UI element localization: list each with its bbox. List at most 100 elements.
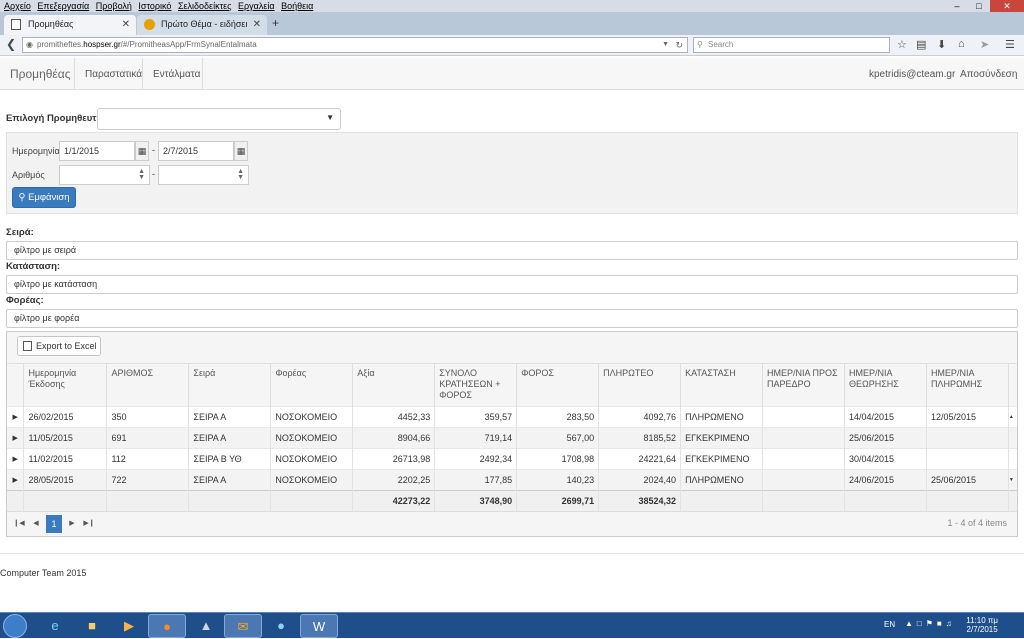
explorer-icon[interactable]: ■: [73, 614, 111, 638]
new-tab-icon[interactable]: +: [272, 16, 279, 30]
column-header[interactable]: Αξία: [352, 364, 435, 406]
word-icon[interactable]: W: [300, 614, 338, 638]
table-cell: 4452,33: [352, 405, 435, 427]
expand-row-icon[interactable]: ▶: [7, 468, 24, 490]
download-icon[interactable]: ⬇: [937, 38, 946, 51]
series-filter-input[interactable]: φίλτρο με σειρά: [6, 241, 1018, 260]
spinner-icon[interactable]: ▲ ▼: [237, 168, 244, 181]
menu-view[interactable]: Προβολή: [96, 1, 132, 11]
column-header[interactable]: ΠΛΗΡΩΤΕΟ: [598, 364, 681, 406]
status-filter-input[interactable]: φίλτρο με κατάσταση: [6, 275, 1018, 294]
reading-list-icon[interactable]: ▤: [916, 38, 926, 51]
table-row[interactable]: ▶ 28/05/2015 722 ΣΕΙΡΑ Α ΝΟΣΟΚΟΜΕΙΟ 2202…: [7, 468, 1017, 490]
logout-link[interactable]: Αποσύνδεση: [960, 69, 1017, 80]
expand-row-icon[interactable]: ▶: [7, 447, 24, 469]
agency-filter-input[interactable]: φίλτρο με φορέα: [6, 309, 1018, 328]
table-cell: 2492,34: [434, 447, 517, 469]
start-button[interactable]: [3, 614, 27, 638]
language-indicator[interactable]: EN: [884, 620, 895, 629]
spinner-icon[interactable]: ▲ ▼: [138, 168, 145, 181]
column-header[interactable]: ΑΡΙΘΜΟΣ: [106, 364, 189, 406]
scrollbar-track[interactable]: [1007, 447, 1017, 469]
tab-promitheas[interactable]: Προμηθέας ✕: [4, 15, 136, 35]
scrollbar-track[interactable]: [1007, 426, 1017, 448]
close-icon[interactable]: ✕: [122, 15, 130, 34]
expand-row-icon[interactable]: ▶: [7, 426, 24, 448]
table-cell: [925, 447, 1009, 469]
last-page-icon[interactable]: ▶❙: [81, 515, 97, 533]
excel-icon: [23, 341, 32, 351]
menu-bookmarks[interactable]: Σελιδοδείκτες: [178, 1, 232, 11]
column-header[interactable]: ΗΜΕΡ/ΝΙΑ ΘΕΩΡΗΣΗΣ: [843, 364, 927, 406]
column-header[interactable]: ΗΜΕΡ/ΝΙΑ ΠΡΟΣ ΠΑΡΕΔΡΟ: [762, 364, 845, 406]
nav-warrants[interactable]: Εντάλματα: [153, 69, 200, 80]
show-button[interactable]: ⚲ Εμφάνιση: [12, 187, 76, 208]
number-dash: -: [152, 169, 155, 179]
table-cell: 2024,40: [598, 468, 681, 490]
table-cell: 24221,64: [598, 447, 681, 469]
outlook-icon[interactable]: ✉: [224, 614, 262, 638]
table-cell: [7, 489, 24, 511]
menu-history[interactable]: Ιστορικό: [138, 1, 171, 11]
grid-pager: ❙◀ ◀ 1 ▶ ▶❙ 1 - 4 of 4 items: [7, 511, 1017, 536]
search-input[interactable]: ⚲ Search: [693, 37, 890, 53]
date-to-input[interactable]: 2/7/2015: [158, 141, 234, 161]
number-to-input[interactable]: ▲ ▼: [158, 165, 249, 185]
dropdown-icon[interactable]: ▼: [662, 38, 669, 52]
tray-icons[interactable]: ▲□⚑■♫: [905, 619, 956, 628]
firefox-icon[interactable]: ●: [148, 614, 186, 638]
column-header[interactable]: Σειρά: [188, 364, 271, 406]
number-from-input[interactable]: ▲ ▼: [59, 165, 150, 185]
clock[interactable]: 11:10 πμ 2/7/2015: [966, 616, 998, 634]
table-cell: ΣΕΙΡΑ Α: [188, 405, 271, 427]
column-header[interactable]: ΣΥΝΟΛΟ ΚΡΑΤΗΣΕΩΝ + ΦΟΡΟΣ: [434, 364, 517, 406]
menu-help[interactable]: Βοήθεια: [281, 1, 313, 11]
browser-menubar: Αρχείο Επεξεργασία Προβολή Ιστορικό Σελι…: [0, 0, 1024, 13]
column-header[interactable]: Ημερομηνία Έκδοσης: [23, 364, 107, 406]
app-icon[interactable]: ▲: [187, 614, 225, 638]
hamburger-menu-icon[interactable]: ☰: [1005, 38, 1015, 51]
column-header[interactable]: ΗΜΕΡ/ΝΙΑ ΠΛΗΡΩΜΗΣ: [925, 364, 1009, 406]
back-icon[interactable]: ❮: [6, 37, 16, 51]
total-cell: [680, 489, 763, 511]
menu-edit[interactable]: Επεξεργασία: [37, 1, 89, 11]
star-icon[interactable]: ☆: [897, 38, 907, 51]
user-email[interactable]: kpetridis@cteam.gr: [869, 69, 955, 80]
next-page-icon[interactable]: ▶: [64, 515, 80, 533]
menu-file[interactable]: Αρχείο: [4, 1, 31, 11]
date-from-input[interactable]: 1/1/2015: [59, 141, 135, 161]
column-header[interactable]: ΚΑΤΑΣΤΑΣΗ: [680, 364, 763, 406]
nav-invoices[interactable]: Παραστατικά: [85, 69, 142, 80]
address-bar[interactable]: ◉ promitheftes.hospser.gr/#/PromitheasAp…: [22, 37, 688, 53]
table-cell: 691: [106, 426, 189, 448]
calendar-icon[interactable]: ▦: [135, 141, 149, 161]
table-cell: 722: [106, 468, 189, 490]
tab-protothema[interactable]: Πρώτο Θέμα - ειδήσεις απ... ✕: [137, 15, 267, 35]
prev-page-icon[interactable]: ◀: [28, 515, 44, 533]
menu-tools[interactable]: Εργαλεία: [238, 1, 275, 11]
reload-icon[interactable]: ↻: [675, 38, 683, 52]
app-brand[interactable]: Προμηθέας: [10, 67, 71, 81]
series-label: Σειρά:: [6, 227, 34, 238]
scrollbar-up-icon[interactable]: ▲: [1007, 405, 1017, 427]
share-icon[interactable]: ➤: [980, 38, 989, 51]
table-row[interactable]: ▶ 26/02/2015 350 ΣΕΙΡΑ Α ΝΟΣΟΚΟΜΕΙΟ 4452…: [7, 405, 1017, 427]
calendar-icon[interactable]: ▦: [234, 141, 248, 161]
page-number-current[interactable]: 1: [46, 515, 62, 533]
close-icon[interactable]: ✕: [253, 15, 261, 34]
first-page-icon[interactable]: ❙◀: [11, 515, 27, 533]
table-row[interactable]: ▶ 11/05/2015 691 ΣΕΙΡΑ Α ΝΟΣΟΚΟΜΕΙΟ 8904…: [7, 426, 1017, 448]
ie-icon[interactable]: e: [36, 614, 74, 638]
expand-row-icon[interactable]: ▶: [7, 405, 24, 427]
column-header[interactable]: ΦΟΡΟΣ: [516, 364, 599, 406]
app-icon[interactable]: ●: [262, 614, 300, 638]
export-excel-button[interactable]: Export to Excel: [17, 336, 101, 356]
table-row[interactable]: ▶ 11/02/2015 112 ΣΕΙΡΑ Β ΥΘ ΝΟΣΟΚΟΜΕΙΟ 2…: [7, 447, 1017, 469]
home-icon[interactable]: ⌂: [958, 38, 965, 50]
column-header[interactable]: Φορέας: [270, 364, 353, 406]
total-cell: [270, 489, 353, 511]
supplier-select[interactable]: ▼: [97, 108, 341, 130]
media-player-icon[interactable]: ▶: [110, 614, 148, 638]
scrollbar-down-icon[interactable]: ▼: [1007, 468, 1017, 490]
date-label: Ημερομηνία: [12, 146, 60, 156]
